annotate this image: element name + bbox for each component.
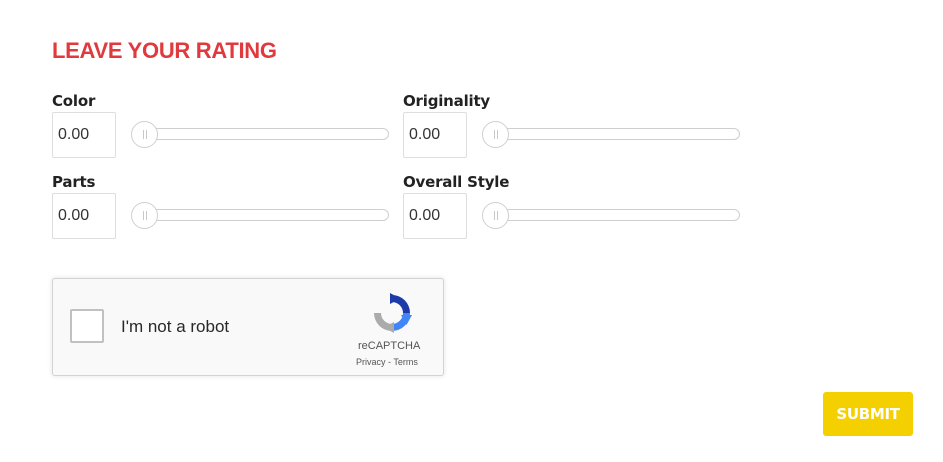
form-heading: LEAVE YOUR RATING xyxy=(52,38,277,63)
recaptcha-link-separator: - xyxy=(388,357,392,367)
recaptcha-privacy-link[interactable]: Privacy xyxy=(356,357,386,367)
rating-label-originality: Originality xyxy=(403,92,491,110)
recaptcha-logo-icon xyxy=(374,293,412,333)
slider-track-originality[interactable] xyxy=(485,128,740,140)
slider-handle-color[interactable] xyxy=(131,121,158,148)
slider-track-parts[interactable] xyxy=(134,209,389,221)
rating-color: Color xyxy=(52,92,397,172)
rating-input-originality[interactable] xyxy=(403,112,467,158)
slider-track-overall-style[interactable] xyxy=(485,209,740,221)
submit-button[interactable]: SUBMIT xyxy=(823,392,913,436)
rating-input-color[interactable] xyxy=(52,112,116,158)
rating-label-parts: Parts xyxy=(52,173,96,191)
recaptcha-widget: I'm not a robot reCAPTCHA Privacy - Term… xyxy=(52,278,444,376)
recaptcha-terms-link[interactable]: Terms xyxy=(393,357,418,367)
rating-label-color: Color xyxy=(52,92,96,110)
rating-input-parts[interactable] xyxy=(52,193,116,239)
rating-input-overall-style[interactable] xyxy=(403,193,467,239)
recaptcha-links: Privacy - Terms xyxy=(356,357,418,367)
recaptcha-label: I'm not a robot xyxy=(121,317,230,336)
rating-originality: Originality xyxy=(403,92,748,172)
slider-handle-parts[interactable] xyxy=(131,202,158,229)
slider-handle-originality[interactable] xyxy=(482,121,509,148)
rating-parts: Parts xyxy=(52,173,397,253)
rating-label-overall-style: Overall Style xyxy=(403,173,510,191)
slider-handle-overall-style[interactable] xyxy=(482,202,509,229)
slider-track-color[interactable] xyxy=(134,128,389,140)
recaptcha-brand: reCAPTCHA xyxy=(358,340,421,352)
recaptcha-checkbox[interactable] xyxy=(70,309,104,343)
rating-overall-style: Overall Style xyxy=(403,173,748,253)
